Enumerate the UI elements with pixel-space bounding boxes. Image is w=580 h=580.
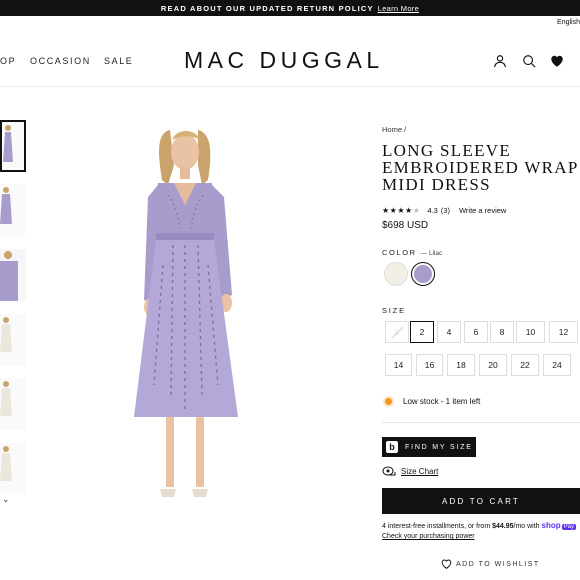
bold-metrics-logo-icon: b [386,441,398,453]
gallery-thumbnail[interactable] [0,443,26,495]
product-price: $698 USD [382,220,429,231]
size-option-18[interactable]: 18 [447,354,475,376]
size-option-label: 0 [394,327,400,337]
installments-prefix: 4 interest-free installments, or from [382,523,493,530]
check-purchasing-power-link[interactable]: Check your purchasing power [382,533,475,540]
find-my-size-button[interactable]: b FIND MY SIZE [382,437,476,457]
header-divider [0,86,580,87]
color-swatch-ivory[interactable] [384,262,408,286]
size-option-6[interactable]: 6 [464,321,488,343]
add-to-wishlist-button[interactable]: ADD TO WISHLIST [441,559,540,569]
size-option-4[interactable]: 4 [437,321,461,343]
size-chart-link[interactable]: Size Chart [382,466,438,476]
color-swatch-lilac[interactable] [411,262,435,286]
nav-item-shop[interactable]: OP [0,56,16,66]
learn-more-link[interactable]: Learn More [378,4,419,13]
divider [382,422,580,423]
size-option-24[interactable]: 24 [543,354,571,376]
user-icon[interactable] [493,54,507,68]
nav-item-occasion[interactable]: OCCASION [30,56,91,66]
shop-pay-badge: Pay [561,524,576,530]
installments-amount: $44.95 [492,523,514,530]
nav-item-sale[interactable]: SALE [104,56,133,66]
rating-value: 4.3 [427,206,438,215]
color-label: COLOR — Lilac [382,248,442,257]
breadcrumb[interactable]: Home / [382,125,406,134]
low-stock-dot-icon [385,398,392,405]
size-option-2[interactable]: 2 [410,321,434,343]
installments-text: 4 interest-free installments, or from $4… [382,521,576,530]
size-option-8[interactable]: 8 [490,321,514,343]
size-chart-label: Size Chart [401,466,439,476]
size-option-12[interactable]: 12 [549,321,578,343]
brand-logo[interactable]: MAC DUGGAL [184,47,384,74]
review-count[interactable]: (3) [441,206,450,215]
wishlist-label: ADD TO WISHLIST [456,560,540,568]
stock-text: Low stock - 1 item left [403,397,481,406]
shop-pay-logo: shop [541,521,561,530]
chevron-down-icon[interactable]: ⌄ [2,494,10,505]
heart-outline-icon [441,559,452,569]
heart-icon[interactable] [550,54,564,68]
selected-color-name: — Lilac [420,250,443,257]
size-option-16[interactable]: 16 [416,354,443,376]
add-to-cart-button[interactable]: ADD TO CART [382,488,580,514]
product-title: LONG SLEEVE EMBROIDERED WRAP MIDI DRESS [382,141,579,194]
announcement-text: READ ABOUT OUR UPDATED RETURN POLICY [160,3,374,13]
color-label-text: COLOR [382,248,417,257]
tape-measure-icon [382,466,396,476]
gallery-thumbnail[interactable] [0,120,26,172]
size-option-22[interactable]: 22 [511,354,539,376]
announcement-bar: READ ABOUT OUR UPDATED RETURN POLICY Lea… [0,0,580,16]
size-label: SIZE [382,306,406,315]
size-option-10[interactable]: 10 [516,321,545,343]
star-rating-icon: ★★★★★ [382,206,421,215]
installments-suffix: /mo with [513,523,542,530]
product-rating[interactable]: ★★★★★ 4.3 (3) Write a review [382,206,506,215]
search-icon[interactable] [522,54,536,68]
size-option-0[interactable]: 0 [385,321,409,343]
gallery-thumbnail[interactable] [0,314,26,366]
write-review-link[interactable]: Write a review [459,206,506,215]
language-selector[interactable]: English [557,19,580,26]
size-option-20[interactable]: 20 [479,354,507,376]
gallery-thumbnail[interactable] [0,249,26,301]
size-option-14[interactable]: 14 [385,354,412,376]
find-my-size-label: FIND MY SIZE [405,443,473,451]
product-main-image[interactable] [128,125,243,505]
gallery-thumbnail[interactable] [0,184,26,236]
stock-status: Low stock - 1 item left [385,397,480,406]
gallery-thumbnail[interactable] [0,378,26,430]
